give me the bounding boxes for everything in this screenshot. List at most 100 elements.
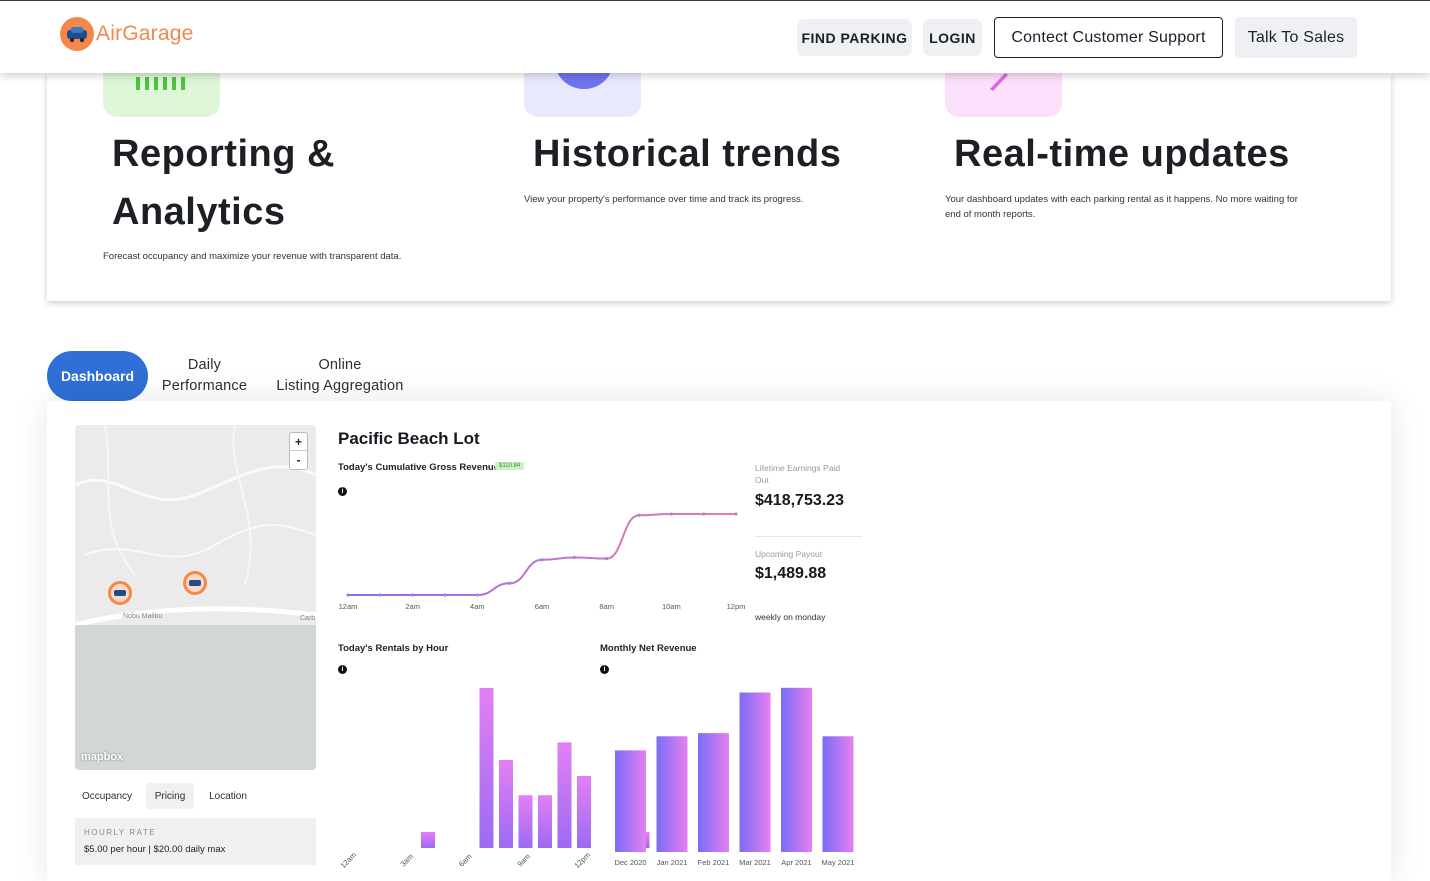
rentals-bar[interactable] — [479, 688, 494, 848]
mapbox-attribution[interactable]: mapbox — [81, 751, 123, 763]
zoom-out-button[interactable]: - — [290, 451, 307, 469]
logo-text: AirGarage — [96, 22, 194, 45]
find-parking-button[interactable]: FIND PARKING — [797, 19, 912, 56]
zoom-in-button[interactable]: + — [290, 433, 307, 451]
lot-map[interactable]: Nobu Malibu Carb — [75, 425, 316, 770]
rentals-bar[interactable] — [499, 760, 513, 848]
rentals-bar-chart: 12am 3am 6am 9am 12pm — [338, 688, 650, 870]
lifetime-earnings-label-1: Lifetime Earnings Paid — [755, 463, 841, 473]
monthly-chart-title: Monthly Net Revenue — [600, 643, 697, 654]
tab-daily-label-2: Performance — [161, 378, 248, 394]
revenue-point — [734, 512, 738, 516]
rentals-bar[interactable] — [557, 742, 572, 848]
x-tick-label: May 2021 — [822, 858, 855, 867]
rentals-bar[interactable] — [518, 795, 533, 848]
login-button[interactable]: LOGIN — [923, 19, 982, 56]
subtab-location[interactable]: Location — [201, 783, 255, 809]
x-tick-label: Dec 2020 — [614, 858, 646, 867]
pie-chart-icon — [524, 73, 641, 117]
x-tick-label: Mar 2021 — [739, 858, 771, 867]
rentals-bar[interactable] — [421, 832, 435, 848]
stats-divider — [755, 536, 862, 537]
top-navbar: AirGarage FIND PARKING LOGIN Contect Cus… — [0, 1, 1430, 73]
contact-support-button[interactable]: Contect Customer Support — [994, 17, 1223, 58]
x-tick-label: Jan 2021 — [657, 858, 688, 867]
map-marker[interactable] — [183, 571, 207, 595]
revenue-badge: $110.84 — [495, 462, 525, 470]
x-tick-label: 9am — [515, 852, 532, 869]
x-tick-label: 12am — [339, 602, 358, 611]
info-icon[interactable]: i — [338, 665, 347, 674]
revenue-line-chart: 12am 2am 4am 6am 8am 10am 12pm — [339, 512, 746, 611]
monthly-bar[interactable] — [822, 736, 854, 852]
x-tick-label: Feb 2021 — [698, 858, 730, 867]
x-tick-label: 12pm — [572, 850, 592, 870]
rentals-chart-title: Today's Rentals by Hour — [338, 643, 449, 654]
x-tick-label: 3am — [398, 852, 415, 869]
x-tick-label: 4am — [470, 602, 485, 611]
hourly-rate-box: HOURLY RATE $5.00 per hour | $20.00 dail… — [75, 818, 316, 865]
revenue-point — [702, 512, 706, 516]
subtab-pricing[interactable]: Pricing — [146, 783, 194, 809]
feature-title-realtime: Real-time updates — [954, 133, 1290, 175]
monthly-bar[interactable] — [698, 733, 729, 852]
tab-daily-label-1: Daily — [187, 357, 222, 373]
x-tick-label: 8am — [599, 602, 614, 611]
monthly-bar[interactable] — [739, 692, 771, 852]
tab-online-label-2: Listing Aggregation — [276, 378, 404, 394]
monthly-bar[interactable] — [615, 750, 646, 852]
revenue-point — [540, 558, 544, 562]
subtab-occupancy[interactable]: Occupancy — [75, 783, 139, 809]
x-tick-label: 12pm — [727, 602, 746, 611]
rentals-bar[interactable] — [577, 776, 591, 848]
features-card: Reporting & Analytics Forecast occupancy… — [47, 73, 1391, 301]
feature-title-historical: Historical trends — [533, 133, 842, 175]
x-tick-label: 6am — [535, 602, 550, 611]
logo-car-icon — [60, 17, 94, 51]
tab-daily-performance[interactable]: Daily Performance — [160, 355, 249, 397]
pencil-icon — [945, 73, 1062, 117]
feature-desc-reporting: Forecast occupancy and maximize your rev… — [103, 251, 402, 262]
feature-title-reporting: Reporting & — [112, 133, 335, 175]
payout-schedule-note: weekly on monday — [755, 612, 826, 622]
x-tick-label: Apr 2021 — [781, 858, 811, 867]
revenue-series-line — [348, 513, 736, 596]
info-icon[interactable]: i — [600, 665, 609, 674]
hourly-rate-label: HOURLY RATE — [84, 828, 157, 837]
lifetime-earnings-value: $418,753.23 — [755, 492, 844, 509]
hourly-rate-value: $5.00 per hour | $20.00 daily max — [84, 844, 226, 855]
revenue-point — [346, 593, 350, 597]
x-tick-label: 10am — [662, 602, 681, 611]
revenue-point — [669, 512, 673, 516]
x-tick-label: 6am — [457, 852, 474, 869]
map-marker[interactable] — [108, 581, 132, 605]
feature-title-reporting-2: Analytics — [112, 191, 286, 233]
revenue-point — [475, 593, 479, 597]
x-tick-label: 2am — [405, 602, 420, 611]
bar-chart-icon — [103, 73, 220, 117]
revenue-point — [572, 555, 576, 560]
feature-desc-historical: View your property's performance over ti… — [524, 194, 804, 205]
monthly-bar[interactable] — [781, 687, 812, 852]
tab-online-label-1: Online — [318, 357, 362, 373]
feature-desc-realtime: Your dashboard updates with each parking… — [945, 194, 1298, 205]
airgarage-logo[interactable]: AirGarage — [60, 17, 194, 51]
revenue-point — [378, 593, 382, 597]
map-markers — [108, 571, 207, 605]
revenue-point — [605, 557, 609, 561]
upcoming-payout-value: $1,489.88 — [755, 565, 827, 582]
x-tick-label: 12am — [338, 850, 358, 870]
lot-name: Pacific Beach Lot — [338, 429, 480, 448]
revenue-point — [411, 593, 415, 597]
tab-online-listing[interactable]: Online Listing Aggregation — [272, 355, 408, 397]
monthly-bar[interactable] — [656, 736, 688, 852]
lifetime-earnings-label: Lifetime Earnings Paid Out — [755, 462, 855, 486]
revenue-point — [508, 581, 512, 585]
tab-dashboard[interactable]: Dashboard — [47, 351, 148, 401]
talk-to-sales-button[interactable]: Talk To Sales — [1235, 17, 1357, 58]
rentals-bar[interactable] — [538, 795, 552, 848]
feature-desc-realtime-2: end of month reports. — [945, 209, 1036, 220]
revenue-point — [637, 513, 641, 517]
upcoming-payout-label: Upcoming Payout — [755, 549, 823, 559]
monthly-bar-chart: Dec 2020 Jan 2021 Feb 2021 Mar 2021 Apr 2021… — [614, 687, 855, 867]
